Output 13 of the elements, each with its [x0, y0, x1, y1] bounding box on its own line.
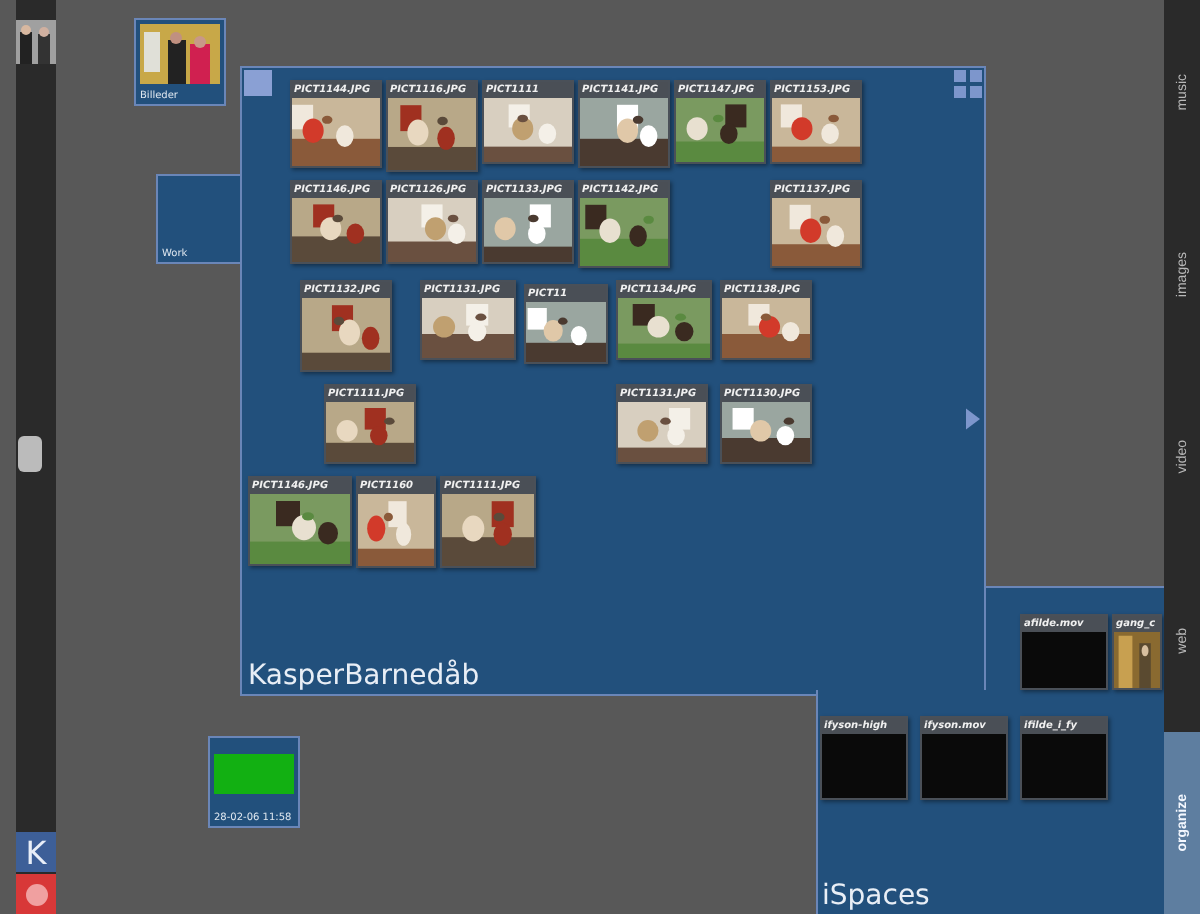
- stop-icon[interactable]: [16, 874, 56, 914]
- grid-icon[interactable]: [954, 70, 982, 98]
- screen-thumbnail: [214, 754, 294, 794]
- k-button[interactable]: K: [16, 832, 56, 872]
- video-thumbnail: [922, 734, 1006, 798]
- ispaces-title: iSpaces: [822, 880, 930, 912]
- video-thumbnail: [1022, 632, 1106, 688]
- space-title: KasperBarnedåb: [248, 660, 480, 692]
- corner-handle[interactable]: [244, 70, 272, 96]
- video-thumbnail: [1022, 734, 1106, 798]
- right-arrow-icon[interactable]: [966, 408, 980, 430]
- drag-handle[interactable]: [18, 436, 42, 472]
- video-thumbnail: [822, 734, 906, 798]
